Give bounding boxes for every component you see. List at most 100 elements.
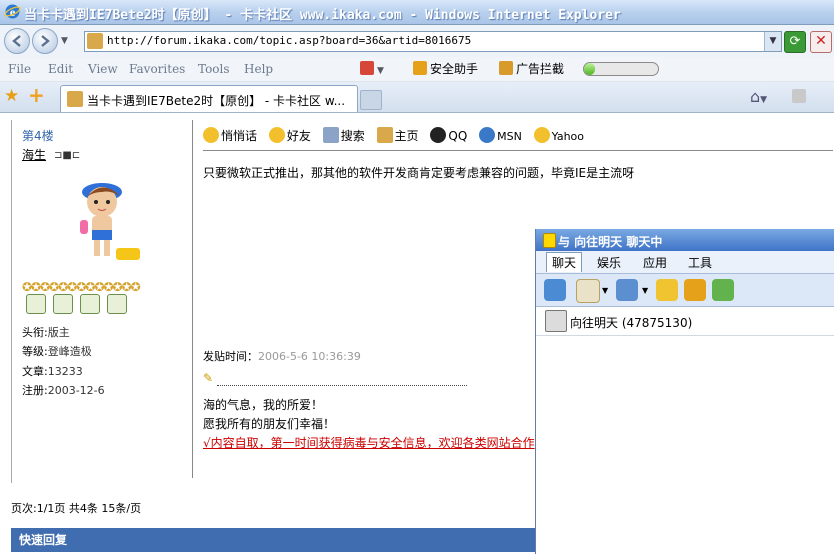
- ad-block-button[interactable]: 广告拦截: [499, 60, 564, 78]
- signature-line-1: 海的气息，我的所爱！: [203, 398, 324, 412]
- add-favorite-icon[interactable]: +: [28, 85, 46, 105]
- site-favicon-icon: [87, 33, 103, 49]
- search-icon: [322, 127, 339, 143]
- menu-view[interactable]: View: [88, 62, 118, 76]
- history-dropdown-icon[interactable]: ▼: [61, 36, 68, 46]
- video-dropdown-icon[interactable]: ▼: [602, 286, 608, 295]
- forward-button[interactable]: [32, 28, 58, 54]
- qq-penguin-icon: [430, 127, 447, 143]
- yahoo-button[interactable]: Yahoo: [533, 127, 584, 143]
- chat-tab-chat[interactable]: 聊天: [546, 252, 583, 272]
- menu-help[interactable]: Help: [244, 62, 273, 76]
- home-icon[interactable]: ⌂▼: [750, 87, 767, 106]
- author-status-badge: ⊐■⊏: [54, 150, 81, 161]
- chat-window-icon: [543, 233, 556, 248]
- signature-pen-icon: ✎: [203, 371, 214, 385]
- post-action-bar: 悄悄话 好友 搜索 主页 QQ MSN Yahoo: [203, 127, 592, 144]
- chat-titlebar[interactable]: 与 向往明天 聊天中: [536, 229, 834, 251]
- add-contact-icon[interactable]: [712, 279, 734, 301]
- address-bar[interactable]: http://forum.ikaka.com/topic.asp?board=3…: [84, 31, 782, 52]
- pagination: 页次:1/1页 共4条 15条/页: [11, 502, 142, 515]
- add-friend-button[interactable]: 好友: [268, 127, 311, 144]
- menu-file[interactable]: File: [8, 62, 31, 76]
- badge-snake-icon: [107, 294, 127, 314]
- yahoo-smiley-icon: [533, 127, 550, 143]
- translate-icon: [360, 61, 374, 75]
- post-time: 发贴时间：2006-5-6 10:36:39: [203, 350, 361, 363]
- forward-arrow-icon: [41, 35, 50, 47]
- shield-icon: [413, 61, 427, 75]
- microphone-icon[interactable]: [616, 279, 638, 301]
- tab-title: 当卡卡遇到IE7Bete2时【原创】 - 卡卡社区 w...: [87, 94, 346, 108]
- stop-button[interactable]: ✕: [810, 31, 832, 53]
- menu-bar: File Edit View Favorites Tools Help ▼ 安全…: [0, 57, 834, 82]
- chat-tab-apps[interactable]: 应用: [643, 254, 667, 271]
- video-camera-icon[interactable]: [576, 279, 600, 303]
- msn-button[interactable]: MSN: [479, 127, 522, 143]
- rank-stars: ✪✪✪✪✪✪✪✪✪✪✪✪✪: [22, 280, 141, 294]
- tab-bar: ★ + 当卡卡遇到IE7Bete2时【原创】 - 卡卡社区 w... ⌂▼: [0, 82, 834, 113]
- window-title: 当卡卡遇到IE7Bete2时【原创】 - 卡卡社区 www.ikaka.com …: [24, 8, 621, 23]
- contact-avatar: [545, 310, 567, 332]
- qq-button[interactable]: QQ: [430, 127, 467, 143]
- author-info-registered: 注册:2003-12-6: [22, 384, 105, 397]
- author-name-link[interactable]: 海生: [22, 146, 46, 163]
- tab-current[interactable]: 当卡卡遇到IE7Bete2时【原创】 - 卡卡社区 w...: [60, 85, 358, 112]
- refresh-button[interactable]: ⟳: [784, 31, 806, 53]
- load-progress-bar: [583, 62, 659, 76]
- post-body: 只要微软正式推出，那其他的软件开发商肯定要考虑兼容的问题，毕竟IE是主流呀: [203, 166, 635, 180]
- msn-buddy-icon: [479, 127, 496, 143]
- author-panel: 第4楼 海生 ⊐■⊏ ✪✪✪✪✪✪✪✪✪✪✪✪✪ 头衔:版主 等级:登峰造极 文…: [12, 120, 193, 478]
- security-helper-button[interactable]: 安全助手: [413, 60, 478, 78]
- badge-zodiac-icon: [80, 294, 100, 314]
- contact-name: 向往明天 (47875130): [570, 316, 693, 330]
- voice-dropdown-icon[interactable]: ▼: [642, 286, 648, 295]
- author-info-title: 头衔:版主: [22, 326, 70, 339]
- chat-title: 与 向往明天 聊天中: [558, 235, 663, 249]
- homepage-button[interactable]: 主页: [376, 127, 419, 144]
- file-transfer-icon[interactable]: [656, 279, 678, 301]
- new-tab-button[interactable]: [360, 90, 382, 110]
- window-titlebar[interactable]: e 当卡卡遇到IE7Bete2时【原创】 - 卡卡社区 www.ikaka.co…: [0, 0, 834, 25]
- ad-block-label: 广告拦截: [516, 62, 565, 76]
- author-info-level: 等级:登峰造极: [22, 345, 92, 358]
- author-badges: [26, 294, 134, 317]
- back-arrow-icon: [12, 35, 21, 47]
- tab-favicon-icon: [67, 91, 83, 107]
- back-button[interactable]: [4, 28, 30, 54]
- post-floor: 第4楼: [22, 129, 54, 143]
- address-toolbar: ▼ http://forum.ikaka.com/topic.asp?board…: [0, 25, 834, 57]
- ad-block-icon: [499, 61, 513, 75]
- chat-tabs: 聊天 娱乐 应用 工具: [536, 251, 834, 274]
- signature-divider: [217, 373, 467, 386]
- chat-window[interactable]: 与 向往明天 聊天中 聊天 娱乐 应用 工具 ▼ ▼ 向往明天 (4787513…: [535, 229, 834, 554]
- post-divider: [203, 150, 833, 151]
- chat-contact[interactable]: 向往明天 (47875130): [536, 307, 834, 336]
- whisper-icon: [203, 127, 219, 143]
- menu-favorites[interactable]: Favorites: [129, 62, 185, 76]
- security-helper-label: 安全助手: [430, 62, 479, 76]
- translate-button[interactable]: ▼: [360, 60, 384, 78]
- friend-icon: [268, 127, 285, 143]
- chat-tab-entertainment[interactable]: 娱乐: [597, 254, 621, 271]
- ie-logo-icon: e: [4, 4, 21, 19]
- rss-feed-icon[interactable]: [792, 89, 806, 103]
- menu-edit[interactable]: Edit: [48, 62, 73, 76]
- favorites-star-icon[interactable]: ★: [4, 87, 22, 105]
- signature-link[interactable]: √内容自取，第一时间获得病毒与安全信息，欢迎各类网站合作: [203, 434, 535, 451]
- badge-gender-icon: [53, 294, 73, 314]
- chat-toolbar: ▼ ▼: [536, 274, 834, 307]
- load-progress-fill: [584, 63, 596, 75]
- chat-note-icon[interactable]: [544, 279, 566, 301]
- address-dropdown-icon[interactable]: ▼: [764, 32, 781, 51]
- badge-moderator-icon: [26, 294, 46, 314]
- 3d-show-icon[interactable]: [684, 279, 706, 301]
- homepage-icon: [376, 127, 393, 143]
- signature-line-2: 愿我所有的朋友们幸福！: [203, 417, 336, 431]
- menu-tools[interactable]: Tools: [198, 62, 230, 76]
- address-input[interactable]: http://forum.ikaka.com/topic.asp?board=3…: [107, 34, 471, 47]
- author-avatar: [80, 183, 140, 260]
- whisper-button[interactable]: 悄悄话: [203, 127, 257, 144]
- chat-tab-tools[interactable]: 工具: [688, 254, 712, 271]
- search-button[interactable]: 搜索: [322, 127, 365, 144]
